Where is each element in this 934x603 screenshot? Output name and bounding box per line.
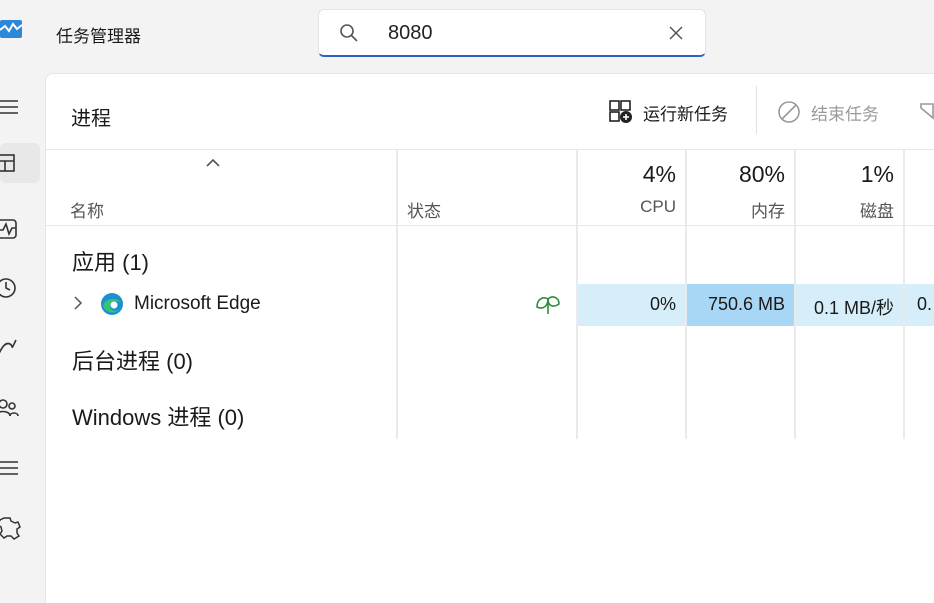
chevron-right-icon[interactable]: [73, 295, 83, 311]
row-network: 0.: [917, 294, 933, 314]
details-icon[interactable]: [0, 448, 40, 488]
header-top-divider: [46, 149, 934, 150]
column-memory[interactable]: 内存: [686, 197, 785, 222]
hamburger-menu-icon[interactable]: [0, 87, 40, 127]
column-cpu[interactable]: CPU: [577, 197, 676, 217]
column-memory-percent[interactable]: 80%: [686, 161, 785, 188]
column-disk-percent[interactable]: 1%: [795, 161, 894, 188]
efficiency-mode-icon: [920, 103, 934, 120]
run-new-task-label: 运行新任务: [643, 104, 728, 124]
toolbar-divider: [756, 86, 757, 134]
run-new-task-icon: [609, 100, 632, 123]
row-name: Microsoft Edge: [134, 293, 261, 314]
startup-apps-icon[interactable]: [0, 328, 40, 368]
search-value[interactable]: 8080: [388, 22, 433, 45]
run-new-task-button[interactable]: 运行新任务: [609, 96, 728, 128]
row-cpu: 0%: [649, 294, 676, 314]
row-memory: 750.6 MB: [707, 294, 785, 314]
search-input[interactable]: 8080: [318, 9, 706, 57]
app-history-icon[interactable]: [0, 268, 40, 308]
end-task-button[interactable]: 结束任务: [777, 96, 879, 128]
close-icon[interactable]: [666, 23, 686, 43]
column-divider: [396, 149, 398, 439]
search-icon: [340, 24, 358, 42]
efficiency-mode-leaf-icon: [536, 296, 560, 314]
users-icon[interactable]: [0, 388, 40, 428]
group-background: 后台进程 (0): [72, 349, 194, 374]
end-task-label: 结束任务: [811, 104, 879, 124]
column-disk[interactable]: 磁盘: [795, 197, 894, 222]
microsoft-edge-icon: [101, 293, 123, 315]
row-disk: 0.1 MB/秒: [813, 298, 894, 318]
sort-ascending-icon[interactable]: [206, 158, 220, 168]
efficiency-mode-button[interactable]: [919, 96, 934, 128]
task-manager-logo-icon: [0, 20, 22, 38]
processes-panel: 进程 运行新任务 结束任务 名称 状态 4% CPU 80% 内存 1% 磁盘: [45, 73, 934, 603]
column-status[interactable]: 状态: [407, 197, 441, 222]
header-bottom-divider: [46, 225, 934, 226]
services-icon[interactable]: [0, 508, 40, 548]
column-name[interactable]: 名称: [70, 197, 104, 222]
group-apps: 应用 (1): [72, 250, 150, 275]
group-windows: Windows 进程 (0): [72, 405, 245, 430]
app-title: 任务管理器: [56, 27, 141, 46]
processes-icon[interactable]: [0, 143, 40, 183]
page-title: 进程: [71, 108, 111, 130]
end-task-icon: [778, 101, 800, 123]
column-cpu-percent[interactable]: 4%: [577, 161, 676, 188]
performance-icon[interactable]: [0, 209, 40, 249]
